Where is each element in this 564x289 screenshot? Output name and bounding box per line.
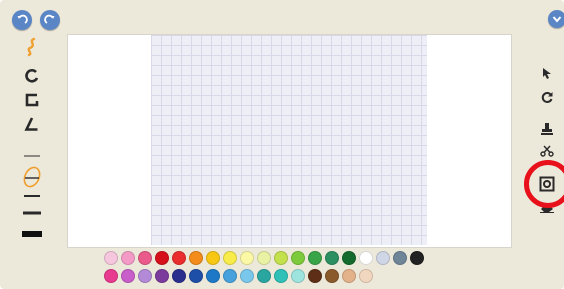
- selected-pen-tool[interactable]: [20, 166, 44, 188]
- rectangle-tool[interactable]: [20, 92, 44, 108]
- color-swatch[interactable]: [223, 269, 237, 283]
- color-swatch[interactable]: [257, 251, 271, 265]
- circle-tool[interactable]: [20, 68, 44, 84]
- color-swatch[interactable]: [342, 269, 356, 283]
- color-swatch[interactable]: [359, 269, 373, 283]
- extra-thick-line-icon: [22, 231, 42, 237]
- freehand-tool[interactable]: [20, 37, 44, 57]
- triangle-tool[interactable]: [20, 116, 44, 132]
- highlight-annotation-circle: [524, 160, 564, 208]
- color-swatch[interactable]: [138, 251, 152, 265]
- medium-line-tool[interactable]: [20, 194, 44, 198]
- color-swatch[interactable]: [240, 251, 254, 265]
- triangle-icon: [24, 117, 38, 131]
- undo-icon: [17, 14, 28, 24]
- rectangle-icon: [25, 93, 39, 107]
- color-swatch[interactable]: [291, 269, 305, 283]
- color-swatch[interactable]: [291, 251, 305, 265]
- color-palette: [104, 251, 476, 287]
- color-swatch[interactable]: [206, 251, 220, 265]
- color-swatch[interactable]: [206, 269, 220, 283]
- color-swatch[interactable]: [121, 251, 135, 265]
- color-swatch[interactable]: [223, 251, 237, 265]
- color-swatch[interactable]: [189, 269, 203, 283]
- thick-line-icon: [23, 211, 41, 215]
- thin-line-icon: [24, 155, 40, 157]
- scissors-tool[interactable]: [537, 142, 557, 160]
- color-swatch[interactable]: [240, 269, 254, 283]
- undo-button[interactable]: [12, 10, 32, 30]
- color-swatch[interactable]: [274, 251, 288, 265]
- selected-pen-icon: [23, 166, 41, 188]
- pointer-icon: [543, 68, 551, 79]
- menu-button[interactable]: [548, 10, 564, 28]
- color-swatch[interactable]: [308, 269, 322, 283]
- redo-icon: [44, 14, 55, 24]
- scissors-icon: [540, 145, 554, 157]
- color-swatch[interactable]: [393, 251, 407, 265]
- color-swatch[interactable]: [155, 269, 169, 283]
- color-swatch[interactable]: [172, 269, 186, 283]
- app-window: [0, 0, 564, 289]
- color-swatch[interactable]: [325, 269, 339, 283]
- color-swatch[interactable]: [410, 251, 424, 265]
- color-swatch[interactable]: [376, 251, 390, 265]
- color-swatch[interactable]: [121, 269, 135, 283]
- color-swatch[interactable]: [359, 251, 373, 265]
- color-swatch[interactable]: [342, 251, 356, 265]
- stamp-tool[interactable]: [537, 120, 557, 138]
- chevron-down-icon: [552, 16, 562, 23]
- color-swatch[interactable]: [172, 251, 186, 265]
- color-swatch[interactable]: [308, 251, 322, 265]
- palette-row-2: [104, 269, 476, 283]
- grid-area[interactable]: [151, 35, 427, 245]
- thick-line-tool[interactable]: [20, 211, 44, 215]
- rotate-icon: [541, 92, 553, 103]
- color-swatch[interactable]: [325, 251, 339, 265]
- stamp-icon: [541, 123, 553, 135]
- extra-thick-line-tool[interactable]: [20, 230, 44, 238]
- freehand-icon: [27, 37, 36, 57]
- color-swatch[interactable]: [189, 251, 203, 265]
- thin-line-tool[interactable]: [20, 154, 44, 158]
- color-swatch[interactable]: [104, 251, 118, 265]
- rotate-tool[interactable]: [537, 88, 557, 106]
- color-swatch[interactable]: [257, 269, 271, 283]
- palette-row-1: [104, 251, 476, 265]
- color-swatch[interactable]: [138, 269, 152, 283]
- medium-line-icon: [24, 195, 40, 197]
- color-swatch[interactable]: [274, 269, 288, 283]
- color-swatch[interactable]: [155, 251, 169, 265]
- circle-icon: [25, 69, 39, 83]
- redo-button[interactable]: [40, 10, 60, 30]
- shape-tool-panel: [14, 37, 50, 248]
- pointer-tool[interactable]: [537, 64, 557, 82]
- color-swatch[interactable]: [104, 269, 118, 283]
